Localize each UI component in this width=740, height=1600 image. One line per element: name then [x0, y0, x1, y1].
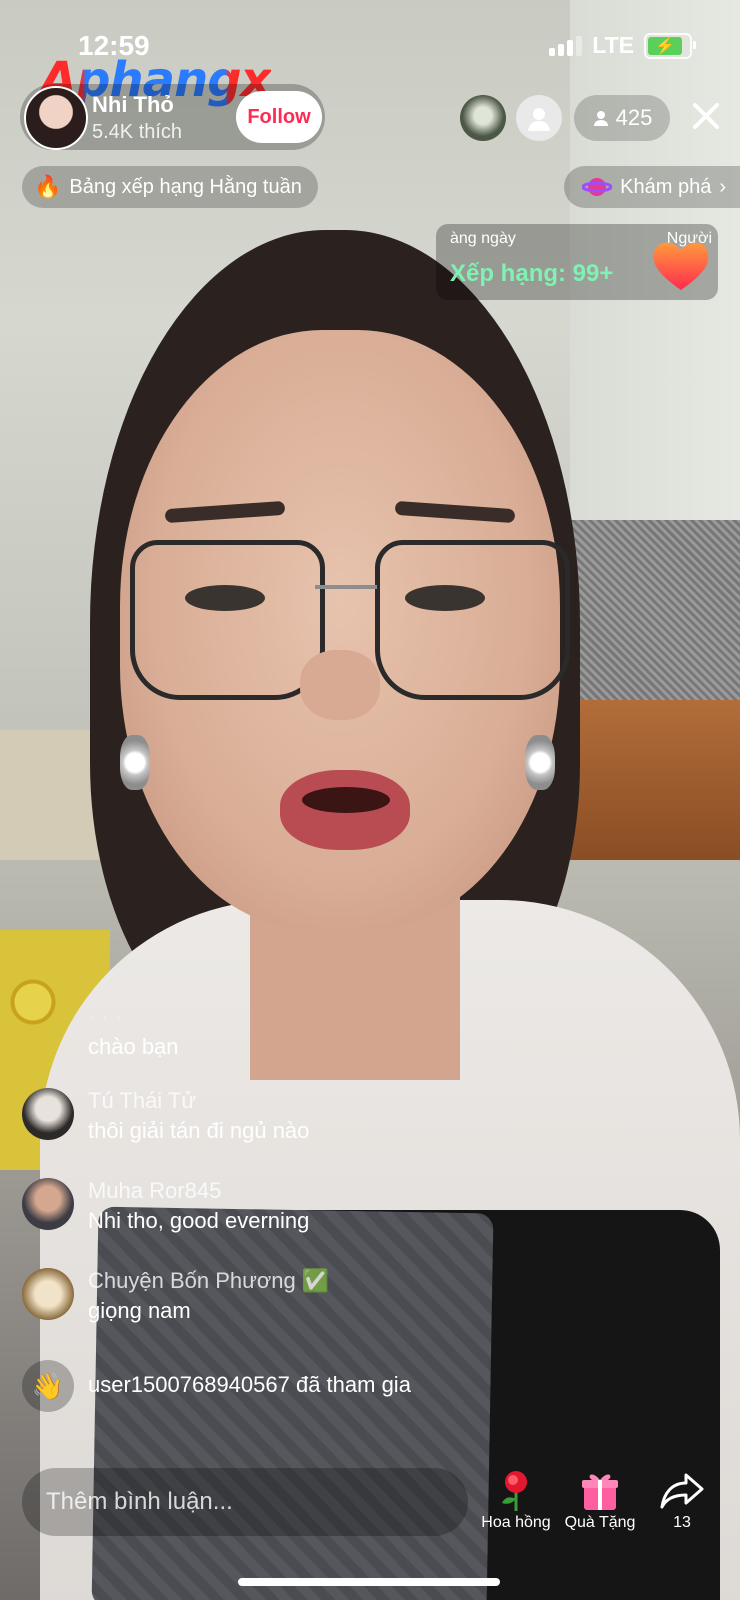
host-avatar[interactable]: [24, 86, 88, 150]
rose-icon: [502, 1471, 527, 1511]
person-icon: [528, 108, 550, 131]
host-likes: 5.4K thích: [92, 121, 183, 143]
comment-input[interactable]: Thêm bình luận...: [22, 1468, 468, 1536]
gift-button[interactable]: Quà Tặng: [558, 1468, 642, 1532]
streamer-nose: [300, 650, 380, 720]
glasses-bridge: [315, 585, 377, 589]
held-notebook: [91, 1206, 494, 1600]
follow-button[interactable]: Follow: [236, 91, 322, 143]
close-button[interactable]: [684, 94, 728, 138]
explore-label: Khám phá: [620, 175, 712, 198]
weekly-ranking-label: Bảng xếp hạng Hằng tuần: [69, 175, 302, 198]
viewer-count: 425: [615, 105, 653, 130]
wave-icon: 👋: [22, 1360, 74, 1412]
comment-text: Nhi tho, good everning: [88, 1208, 310, 1233]
battery-icon: ⚡: [644, 32, 696, 59]
status-icons: LTE ⚡: [549, 32, 696, 59]
gift-label: Quà Tặng: [564, 1514, 636, 1531]
weekly-ranking-button[interactable]: 🔥 Bảng xếp hạng Hằng tuần: [22, 166, 318, 208]
rose-gift-button[interactable]: Hoa hồng: [474, 1468, 558, 1532]
planet-icon: [582, 178, 613, 196]
share-count: 13: [673, 1514, 691, 1531]
explore-button[interactable]: Khám phá ›: [564, 166, 740, 208]
streamer-glasses: [375, 540, 570, 700]
share-button[interactable]: 13: [640, 1468, 724, 1532]
charging-icon: ⚡: [648, 36, 682, 55]
commenter-name[interactable]: Muha Ror845: [88, 1178, 221, 1204]
streamer-glasses: [130, 540, 325, 700]
faded-comment-text: · · ·: [88, 1004, 123, 1029]
signal-icon: [549, 35, 583, 56]
join-notice-text: user1500768940567 đã tham gia: [88, 1372, 411, 1397]
rose-label: Hoa hồng: [481, 1514, 551, 1531]
viewer-count-button[interactable]: 425: [574, 95, 670, 141]
network-label: LTE: [592, 32, 634, 58]
commenter-name[interactable]: Chuyện Bốn Phương ✅: [88, 1268, 329, 1294]
commenter-avatar[interactable]: [22, 1088, 74, 1140]
close-icon: [693, 103, 719, 129]
host-name: Nhi Thỏ: [92, 92, 174, 117]
commenter-avatar[interactable]: [22, 1268, 74, 1320]
top-viewer-avatar[interactable]: [516, 95, 562, 141]
gift-icon: [582, 1474, 618, 1510]
daily-rank-value: Xếp hạng: 99+: [450, 260, 614, 287]
comment-text: thôi giải tán đi ngủ nào: [88, 1118, 310, 1143]
daily-ranking-label: àng ngày: [450, 230, 516, 247]
streamer-mouth-inner: [302, 787, 390, 813]
streamer-earring: [525, 735, 555, 790]
top-viewer-avatar[interactable]: [460, 95, 506, 141]
share-arrow-icon: [660, 1473, 704, 1509]
streamer-earring: [120, 735, 150, 790]
heart-icon: [653, 242, 709, 290]
person-icon: [593, 111, 608, 126]
comment-text: chào bạn: [88, 1034, 179, 1059]
commenter-avatar[interactable]: [22, 1178, 74, 1230]
home-indicator[interactable]: [238, 1578, 500, 1586]
fire-icon: 🔥: [34, 174, 62, 199]
chevron-right-icon: ›: [719, 175, 726, 198]
comment-text: giọng nam: [88, 1298, 191, 1323]
commenter-name[interactable]: Tú Thái Tử: [88, 1088, 196, 1114]
